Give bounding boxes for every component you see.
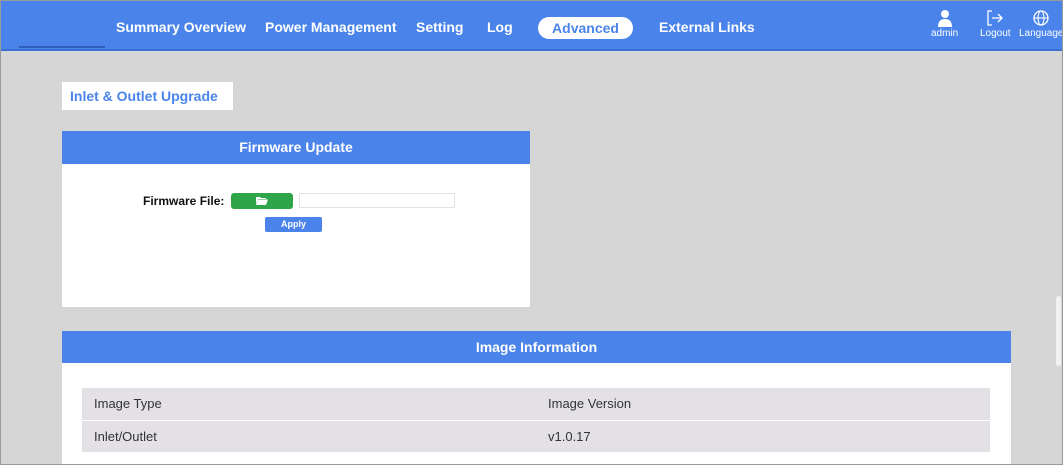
logout-icon [987, 10, 1004, 26]
folder-open-icon [256, 197, 268, 205]
firmware-file-label: Firmware File: [143, 194, 225, 208]
column-header-image-type: Image Type [82, 388, 536, 421]
firmware-update-panel: Firmware Update Firmware File: Apply [62, 131, 530, 307]
app-frame: Summary Overview Power Management Settin… [0, 0, 1063, 465]
image-type-cell: Inlet/Outlet [82, 420, 536, 453]
nav-advanced[interactable]: Advanced [538, 17, 633, 39]
browse-file-button[interactable] [231, 193, 293, 209]
user-icon [937, 10, 952, 27]
logout-button[interactable]: Logout [980, 9, 1011, 39]
firmware-update-title: Firmware Update [62, 131, 530, 164]
nav-summary-overview[interactable]: Summary Overview [116, 19, 246, 35]
user-label: admin [931, 28, 959, 39]
globe-icon [1033, 10, 1049, 26]
table-row: Inlet/Outlet v1.0.17 [82, 420, 990, 453]
page-title: Inlet & Outlet Upgrade [62, 82, 233, 110]
nav-underline [19, 46, 105, 48]
image-information-title: Image Information [62, 331, 1011, 363]
page-scrollbar[interactable] [1054, 53, 1062, 464]
nav-power-management[interactable]: Power Management [265, 19, 396, 35]
image-information-panel: Image Information Image Type Image Versi… [62, 331, 1011, 464]
nav-log[interactable]: Log [487, 19, 513, 35]
column-header-image-version: Image Version [536, 388, 990, 421]
scrollbar-thumb[interactable] [1056, 296, 1061, 366]
firmware-file-path[interactable] [299, 193, 455, 208]
table-header-row: Image Type Image Version [82, 388, 990, 421]
top-navbar: Summary Overview Power Management Settin… [1, 1, 1063, 51]
nav-setting[interactable]: Setting [416, 19, 463, 35]
logout-label: Logout [980, 28, 1011, 39]
language-label: Language [1019, 28, 1063, 39]
user-menu[interactable]: admin [931, 9, 958, 39]
apply-button[interactable]: Apply [265, 217, 322, 232]
nav-external-links[interactable]: External Links [659, 19, 755, 35]
image-version-cell: v1.0.17 [536, 420, 990, 453]
image-info-table: Image Type Image Version Inlet/Outlet v1… [82, 388, 990, 453]
language-button[interactable]: Language [1019, 9, 1063, 39]
